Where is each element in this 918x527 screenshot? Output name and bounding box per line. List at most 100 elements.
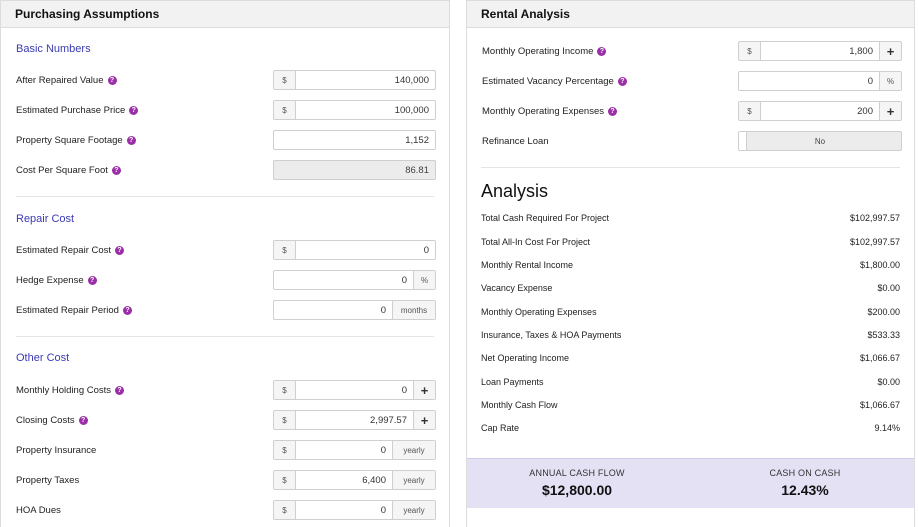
currency-prefix: $ (274, 71, 296, 89)
vacancy-input[interactable]: 0 % (738, 71, 902, 91)
section-basic-numbers: Basic Numbers (16, 43, 91, 55)
operating-income-input[interactable]: $ 1,800 + (738, 41, 902, 61)
help-icon[interactable]: ? (87, 275, 97, 285)
analysis-row: Monthly Cash Flow $1,066.67 (481, 398, 900, 412)
panel-title: Purchasing Assumptions (1, 1, 449, 28)
operating-expenses-add-button[interactable]: + (879, 102, 901, 120)
toggle-knob[interactable] (739, 132, 747, 150)
rental-analysis-panel: Rental Analysis Monthly Operating Income… (466, 0, 915, 527)
hoa-label: HOA Dues (16, 504, 61, 516)
help-icon[interactable]: ? (107, 75, 117, 85)
help-icon[interactable]: ? (607, 106, 617, 116)
analysis-row-label: Insurance, Taxes & HOA Payments (481, 330, 622, 340)
currency-prefix: $ (274, 471, 296, 489)
analysis-row-value: $533.33 (867, 330, 900, 340)
months-suffix: months (392, 301, 435, 319)
repair-period-label: Estimated Repair Period (16, 304, 119, 316)
help-icon[interactable]: ? (129, 105, 139, 115)
analysis-row: Total Cash Required For Project $102,997.… (481, 211, 900, 225)
operating-expenses-input[interactable]: $ 200 + (738, 101, 902, 121)
cost-per-sqft-row: Cost Per Square Foot? 86.81 (16, 160, 436, 180)
analysis-title: Analysis (481, 181, 549, 201)
closing-costs-add-button[interactable]: + (413, 411, 435, 429)
hedge-expense-input[interactable]: 0 % (273, 270, 436, 290)
annual-cash-flow-label: ANNUAL CASH FLOW (529, 468, 625, 478)
analysis-row-label: Monthly Cash Flow (481, 400, 558, 410)
taxes-input[interactable]: $ 6,400 yearly (273, 470, 436, 490)
analysis-row-value: $1,066.67 (859, 353, 900, 363)
vacancy-row: Estimated Vacancy Percentage? 0 % (482, 71, 902, 91)
refinance-label: Refinance Loan (482, 135, 549, 147)
closing-costs-input[interactable]: $ 2,997.57 + (273, 410, 436, 430)
repair-cost-input[interactable]: $ 0 (273, 240, 436, 260)
analysis-row-value: $102,997.57 (849, 213, 900, 223)
purchase-price-input[interactable]: $ 100,000 (273, 100, 436, 120)
refinance-toggle[interactable]: No (738, 131, 902, 151)
cash-on-cash: CASH ON CASH 12.43% (705, 468, 905, 498)
analysis-row-value: 9.14% (874, 423, 900, 433)
repair-period-input[interactable]: 0 months (273, 300, 436, 320)
hedge-expense-row: Hedge Expense? 0 % (16, 270, 436, 290)
holding-costs-row: Monthly Holding Costs? $ 0 + (16, 380, 436, 400)
operating-expenses-label: Monthly Operating Expenses (482, 105, 604, 117)
currency-prefix: $ (274, 441, 296, 459)
operating-income-add-button[interactable]: + (879, 42, 901, 60)
insurance-input[interactable]: $ 0 yearly (273, 440, 436, 460)
closing-costs-row: Closing Costs? $ 2,997.57 + (16, 410, 436, 430)
analysis-row: Total All-In Cost For Project $102,997.57 (481, 235, 900, 249)
currency-prefix: $ (739, 102, 761, 120)
operating-income-row: Monthly Operating Income? $ 1,800 + (482, 41, 902, 61)
analysis-row-label: Monthly Operating Expenses (481, 307, 597, 317)
purchasing-assumptions-panel: Purchasing Assumptions Basic Numbers Aft… (0, 0, 450, 527)
after-repaired-value-input[interactable]: $ 140,000 (273, 70, 436, 90)
after-repaired-value-label: After Repaired Value (16, 74, 104, 86)
analysis-row: Net Operating Income $1,066.67 (481, 351, 900, 365)
analysis-row: Monthly Operating Expenses $200.00 (481, 305, 900, 319)
operating-expenses-row: Monthly Operating Expenses? $ 200 + (482, 101, 902, 121)
help-icon[interactable]: ? (78, 415, 88, 425)
yearly-suffix: yearly (392, 501, 435, 519)
operating-income-label: Monthly Operating Income (482, 45, 594, 57)
square-footage-label: Property Square Footage (16, 134, 123, 146)
help-icon[interactable]: ? (617, 76, 627, 86)
currency-prefix: $ (274, 381, 296, 399)
analysis-row: Cap Rate 9.14% (481, 421, 900, 435)
percent-suffix: % (413, 271, 435, 289)
hoa-input[interactable]: $ 0 yearly (273, 500, 436, 520)
yearly-suffix: yearly (392, 441, 435, 459)
currency-prefix: $ (739, 42, 761, 60)
hoa-row: HOA Dues $ 0 yearly (16, 500, 436, 520)
cash-flow-summary: ANNUAL CASH FLOW $12,800.00 CASH ON CASH… (467, 458, 914, 508)
insurance-row: Property Insurance $ 0 yearly (16, 440, 436, 460)
section-repair-cost: Repair Cost (16, 213, 75, 225)
analysis-row-value: $0.00 (877, 283, 900, 293)
analysis-row-value: $200.00 (867, 307, 900, 317)
help-icon[interactable]: ? (115, 385, 125, 395)
refinance-toggle-value: No (814, 136, 826, 146)
currency-prefix: $ (274, 101, 296, 119)
closing-costs-label: Closing Costs (16, 414, 75, 426)
holding-costs-input[interactable]: $ 0 + (273, 380, 436, 400)
help-icon[interactable]: ? (597, 46, 607, 56)
help-icon[interactable]: ? (111, 165, 121, 175)
analysis-row-value: $1,066.67 (859, 400, 900, 410)
repair-period-row: Estimated Repair Period? 0 months (16, 300, 436, 320)
analysis-row-label: Total All-In Cost For Project (481, 237, 591, 247)
currency-prefix: $ (274, 241, 296, 259)
currency-prefix: $ (274, 501, 296, 519)
analysis-row-label: Total Cash Required For Project (481, 213, 610, 223)
divider (16, 196, 434, 197)
analysis-row-label: Cap Rate (481, 423, 520, 433)
help-icon[interactable]: ? (122, 305, 132, 315)
refinance-row: Refinance Loan No (482, 131, 902, 151)
analysis-row-label: Vacancy Expense (481, 283, 553, 293)
vacancy-label: Estimated Vacancy Percentage (482, 75, 614, 87)
analysis-row-value: $1,800.00 (859, 260, 900, 270)
currency-prefix: $ (274, 411, 296, 429)
square-footage-input[interactable]: 1,152 (273, 130, 436, 150)
section-other-cost: Other Cost (16, 352, 70, 364)
holding-costs-add-button[interactable]: + (413, 381, 435, 399)
help-icon[interactable]: ? (115, 245, 125, 255)
repair-cost-label: Estimated Repair Cost (16, 244, 112, 256)
help-icon[interactable]: ? (126, 135, 136, 145)
